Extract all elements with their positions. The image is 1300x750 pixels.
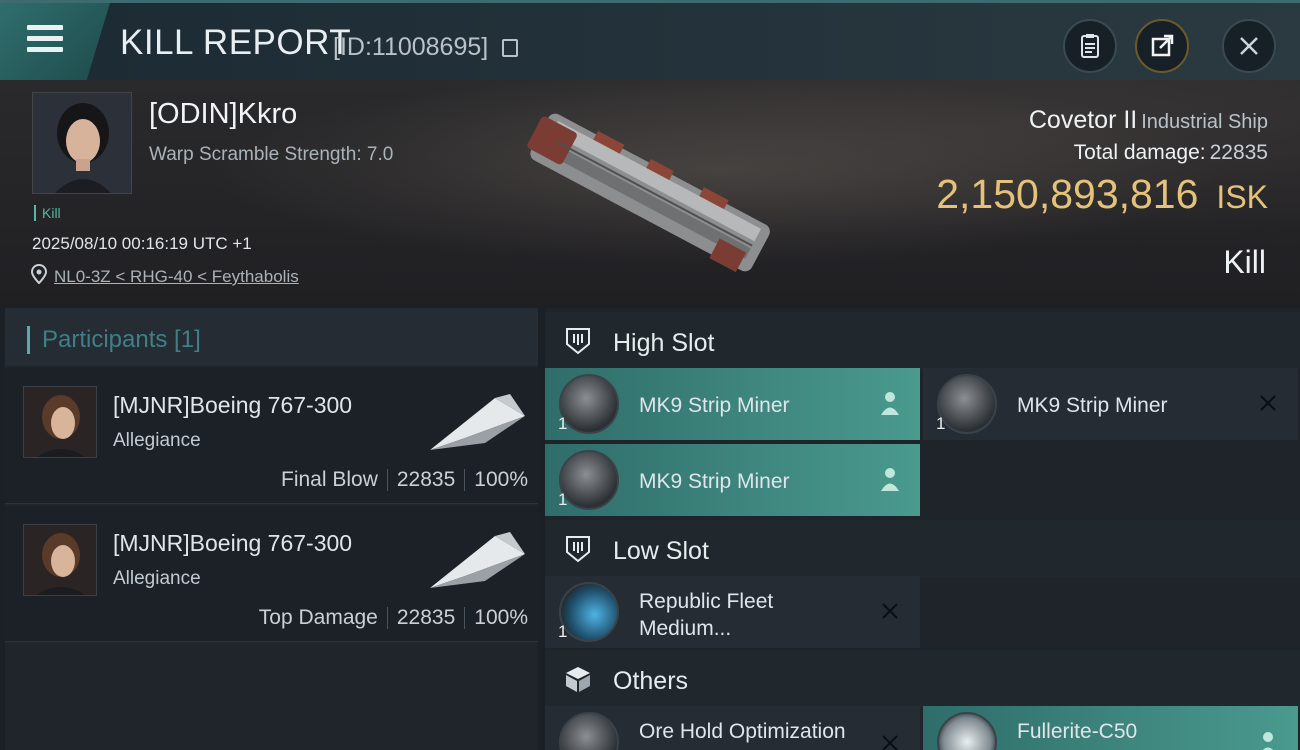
clipboard-button[interactable] <box>1063 19 1117 73</box>
participant-role: Top Damage <box>258 606 378 629</box>
participant-name[interactable]: [MJNR]Boeing 767-300 <box>113 392 352 419</box>
module-name: Republic Fleet Medium... <box>639 590 774 640</box>
low-slot-header: Low Slot <box>545 520 1300 578</box>
x-icon <box>1260 395 1276 411</box>
share-icon <box>1151 34 1174 57</box>
participant-row[interactable]: [MJNR]Boeing 767-300 Allegiance Top Dama… <box>5 506 538 642</box>
ship-name-text: Covetor II <box>1028 106 1138 134</box>
high-slot-header: High Slot <box>545 312 1300 370</box>
warp-scramble-strength: Warp Scramble Strength: 7.0 <box>149 144 394 165</box>
isk-amount: 2,150,893,816 <box>936 171 1199 217</box>
fitting-panel: High Slot 1 MK9 Strip Miner 1 MK9 Strip … <box>545 308 1300 750</box>
strip-miner-icon <box>559 450 619 510</box>
hamburger-icon <box>27 25 63 55</box>
location-pin-icon <box>31 264 47 284</box>
isk-unit: ISK <box>1216 179 1268 215</box>
module-name: Fullerite-C50 <box>1017 720 1138 743</box>
module-slot[interactable]: Fullerite-C50 <box>923 706 1298 750</box>
victim-avatar[interactable] <box>32 92 132 194</box>
participant-stats: Final Blow 22835 100% <box>281 468 528 492</box>
module-name: Ore Hold Optimization <box>639 720 846 743</box>
ship-image <box>527 113 770 273</box>
x-icon <box>882 735 898 750</box>
participant-ship-icon <box>430 532 525 588</box>
share-button[interactable] <box>1135 19 1189 73</box>
kill-tag: Kill <box>34 205 61 221</box>
total-damage: Total damage: 22835 <box>1074 141 1268 165</box>
clipboard-icon <box>1081 34 1099 58</box>
stat-divider <box>386 469 388 492</box>
isk-value: 2,150,893,816 ISK <box>936 171 1268 218</box>
others-header: Others <box>545 650 1300 708</box>
page-title: KILL REPORT <box>120 23 352 62</box>
module-slot[interactable]: 1 MK9 Strip Miner <box>545 444 920 516</box>
ship-name: Covetor II Industrial Ship <box>1029 106 1268 135</box>
module-name: MK9 Strip Miner <box>1017 394 1168 417</box>
module-quantity: 1 <box>558 414 568 433</box>
cube-icon <box>566 667 590 692</box>
participant-percent: 100% <box>474 468 528 491</box>
module-slot[interactable]: 1 MK9 Strip Miner <box>923 368 1298 440</box>
participant-corp: Allegiance <box>113 568 201 589</box>
module-quantity: 1 <box>558 490 568 509</box>
participant-percent: 100% <box>474 606 528 629</box>
participant-row[interactable]: [MJNR]Boeing 767-300 Allegiance Final Bl… <box>5 368 538 504</box>
module-slot[interactable]: 1 Republic Fleet Medium... <box>545 576 920 648</box>
participant-portrait-icon <box>24 525 96 595</box>
module-name: MK9 Strip Miner <box>639 470 790 493</box>
stat-divider <box>386 607 388 630</box>
shield-slot-icon <box>566 328 590 355</box>
participant-stats: Top Damage 22835 100% <box>259 606 528 630</box>
header-bar: KILL REPORT [ID:11008695] <box>0 0 1300 83</box>
strip-miner-icon <box>559 374 619 434</box>
person-icon <box>881 468 899 491</box>
participant-damage: 22835 <box>396 468 456 491</box>
victim-name[interactable]: [ODIN]Kkro <box>149 98 297 131</box>
ship-class: Industrial Ship <box>1141 111 1268 133</box>
gas-icon <box>937 712 997 750</box>
stat-divider <box>464 469 466 492</box>
module-slot[interactable]: 1 MK9 Strip Miner <box>545 368 920 440</box>
stat-divider <box>464 607 466 630</box>
location-link[interactable]: NL0-3Z < RHG-40 < Feythabolis <box>54 267 299 287</box>
participant-portrait-icon <box>24 387 96 457</box>
close-icon <box>1240 37 1258 55</box>
participants-title: Participants [1] <box>27 326 201 354</box>
participants-panel: Participants [1] [MJNR]Boeing 767-300 Al… <box>5 308 538 750</box>
module-name: MK9 Strip Miner <box>639 394 790 417</box>
participant-damage: 22835 <box>396 606 456 629</box>
total-damage-label: Total damage: <box>1073 141 1206 164</box>
mining-upgrade-icon <box>559 582 619 642</box>
shield-slot-icon <box>566 536 590 563</box>
result-label: Kill <box>1223 244 1266 280</box>
report-id: [ID:11008695] <box>333 33 489 61</box>
total-damage-value: 22835 <box>1209 141 1268 164</box>
participant-role: Final Blow <box>281 468 378 491</box>
participant-avatar[interactable] <box>23 386 97 458</box>
participant-corp: Allegiance <box>113 430 201 451</box>
x-icon <box>882 603 898 619</box>
participants-header: Participants [1] <box>5 308 538 366</box>
others-title: Others <box>613 667 689 695</box>
kill-report-screen: KILL REPORT [ID:11008695] [ODIN]Kkro War… <box>0 0 1300 750</box>
rig-icon <box>559 712 619 750</box>
close-button[interactable] <box>1222 19 1276 73</box>
victim-portrait-icon <box>33 93 131 193</box>
low-slot-title: Low Slot <box>613 537 709 565</box>
high-slot-title: High Slot <box>613 329 715 357</box>
copy-icon[interactable] <box>502 39 518 57</box>
menu-button[interactable] <box>0 3 110 83</box>
strip-miner-icon <box>937 374 997 434</box>
module-slot[interactable]: 1 Ore Hold Optimization <box>545 706 920 750</box>
person-icon <box>1262 732 1274 750</box>
kill-timestamp: 2025/08/10 00:16:19 UTC +1 <box>32 234 252 253</box>
person-icon <box>881 392 899 415</box>
participant-avatar[interactable] <box>23 524 97 596</box>
module-quantity: 1 <box>936 414 946 433</box>
participant-name[interactable]: [MJNR]Boeing 767-300 <box>113 530 352 557</box>
participant-ship-icon <box>430 394 525 450</box>
module-quantity: 1 <box>558 622 568 641</box>
